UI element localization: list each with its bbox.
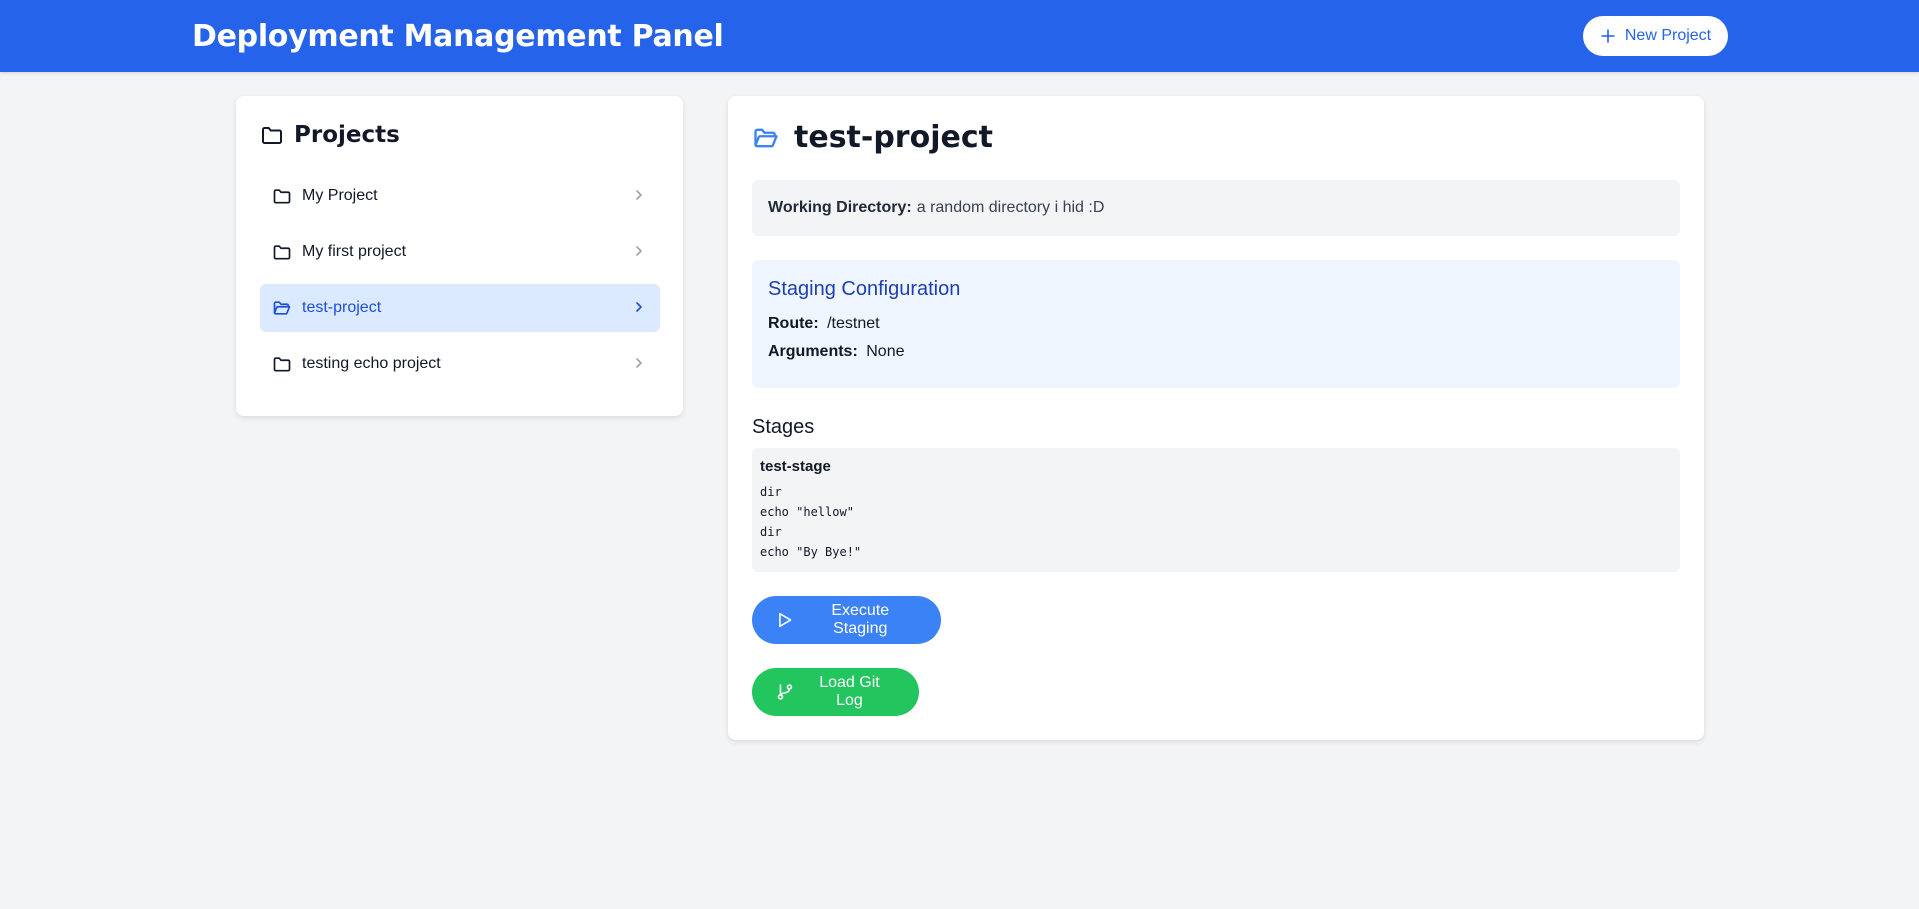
load-git-log-label: Load Git Log: [819, 674, 880, 709]
new-project-label: New Project: [1624, 27, 1712, 44]
chevron-right-icon: [636, 302, 642, 312]
arguments-row: Arguments: None: [768, 343, 1664, 361]
stage-command: echo "By Bye!": [760, 545, 862, 559]
sidebar-item-label: My Project: [302, 187, 378, 204]
folder-icon: [273, 189, 291, 204]
chevron-right-icon: [636, 246, 642, 256]
new-project-button[interactable]: New Project: [1583, 16, 1728, 56]
stages-heading: Stages: [752, 416, 815, 438]
working-directory-value: a random directory i hid :D: [916, 199, 1105, 216]
sidebar-item-label: testing echo project: [302, 355, 441, 372]
sidebar-item-my-project[interactable]: My Project: [260, 172, 660, 220]
stage-name: test-stage: [760, 458, 831, 475]
execute-staging-button[interactable]: Execute Staging: [752, 596, 941, 644]
project-list: My Project My first project test-project: [260, 172, 660, 396]
chevron-right-icon: [636, 358, 642, 368]
sidebar-item-label: test-project: [302, 299, 382, 316]
route-row: Route: /testnet: [768, 315, 1664, 333]
chevron-right-icon: [636, 190, 642, 200]
stage-command: echo "hellow": [760, 505, 854, 519]
sidebar-item-my-first-project[interactable]: My first project: [260, 228, 660, 276]
load-git-log-button[interactable]: Load Git Log: [752, 668, 919, 716]
plus-icon: [1601, 29, 1615, 43]
folder-open-icon: [754, 128, 778, 147]
staging-configuration-title: Staging Configuration: [768, 278, 961, 300]
folder-icon: [262, 127, 282, 144]
sidebar-item-testing-echo-project[interactable]: testing echo project: [260, 340, 660, 388]
app-title: Deployment Management Panel: [192, 19, 724, 54]
folder-icon: [273, 357, 291, 372]
working-directory-label: Working Directory:: [768, 199, 912, 216]
route-label: Route:: [768, 315, 819, 332]
project-detail-panel: test-project Working Directory: a random…: [728, 96, 1704, 740]
play-icon: [779, 612, 792, 628]
stage-command: dir: [760, 485, 782, 499]
project-title-text: test-project: [794, 120, 993, 155]
stage-command: dir: [760, 525, 782, 539]
app-header: Deployment Management Panel New Project: [0, 0, 1919, 72]
stage-card: test-stage dir echo "hellow" dir echo "B…: [752, 448, 1680, 572]
staging-configuration: Staging Configuration Route: /testnet Ar…: [752, 260, 1680, 388]
working-directory: Working Directory: a random directory i …: [752, 180, 1680, 236]
project-title: test-project: [752, 120, 993, 155]
folder-open-icon: [273, 301, 291, 315]
projects-heading: Projects: [260, 122, 400, 148]
sidebar-item-label: My first project: [302, 243, 407, 260]
route-value: /testnet: [827, 315, 880, 332]
projects-sidebar: Projects My Project My first project tes…: [236, 96, 683, 416]
sidebar-item-test-project[interactable]: test-project: [260, 284, 660, 332]
execute-staging-label: Execute Staging: [831, 602, 890, 637]
arguments-value: None: [866, 343, 905, 360]
folder-icon: [273, 245, 291, 260]
projects-heading-text: Projects: [294, 122, 400, 148]
git-branch-icon: [777, 684, 793, 700]
arguments-label: Arguments:: [768, 343, 858, 360]
